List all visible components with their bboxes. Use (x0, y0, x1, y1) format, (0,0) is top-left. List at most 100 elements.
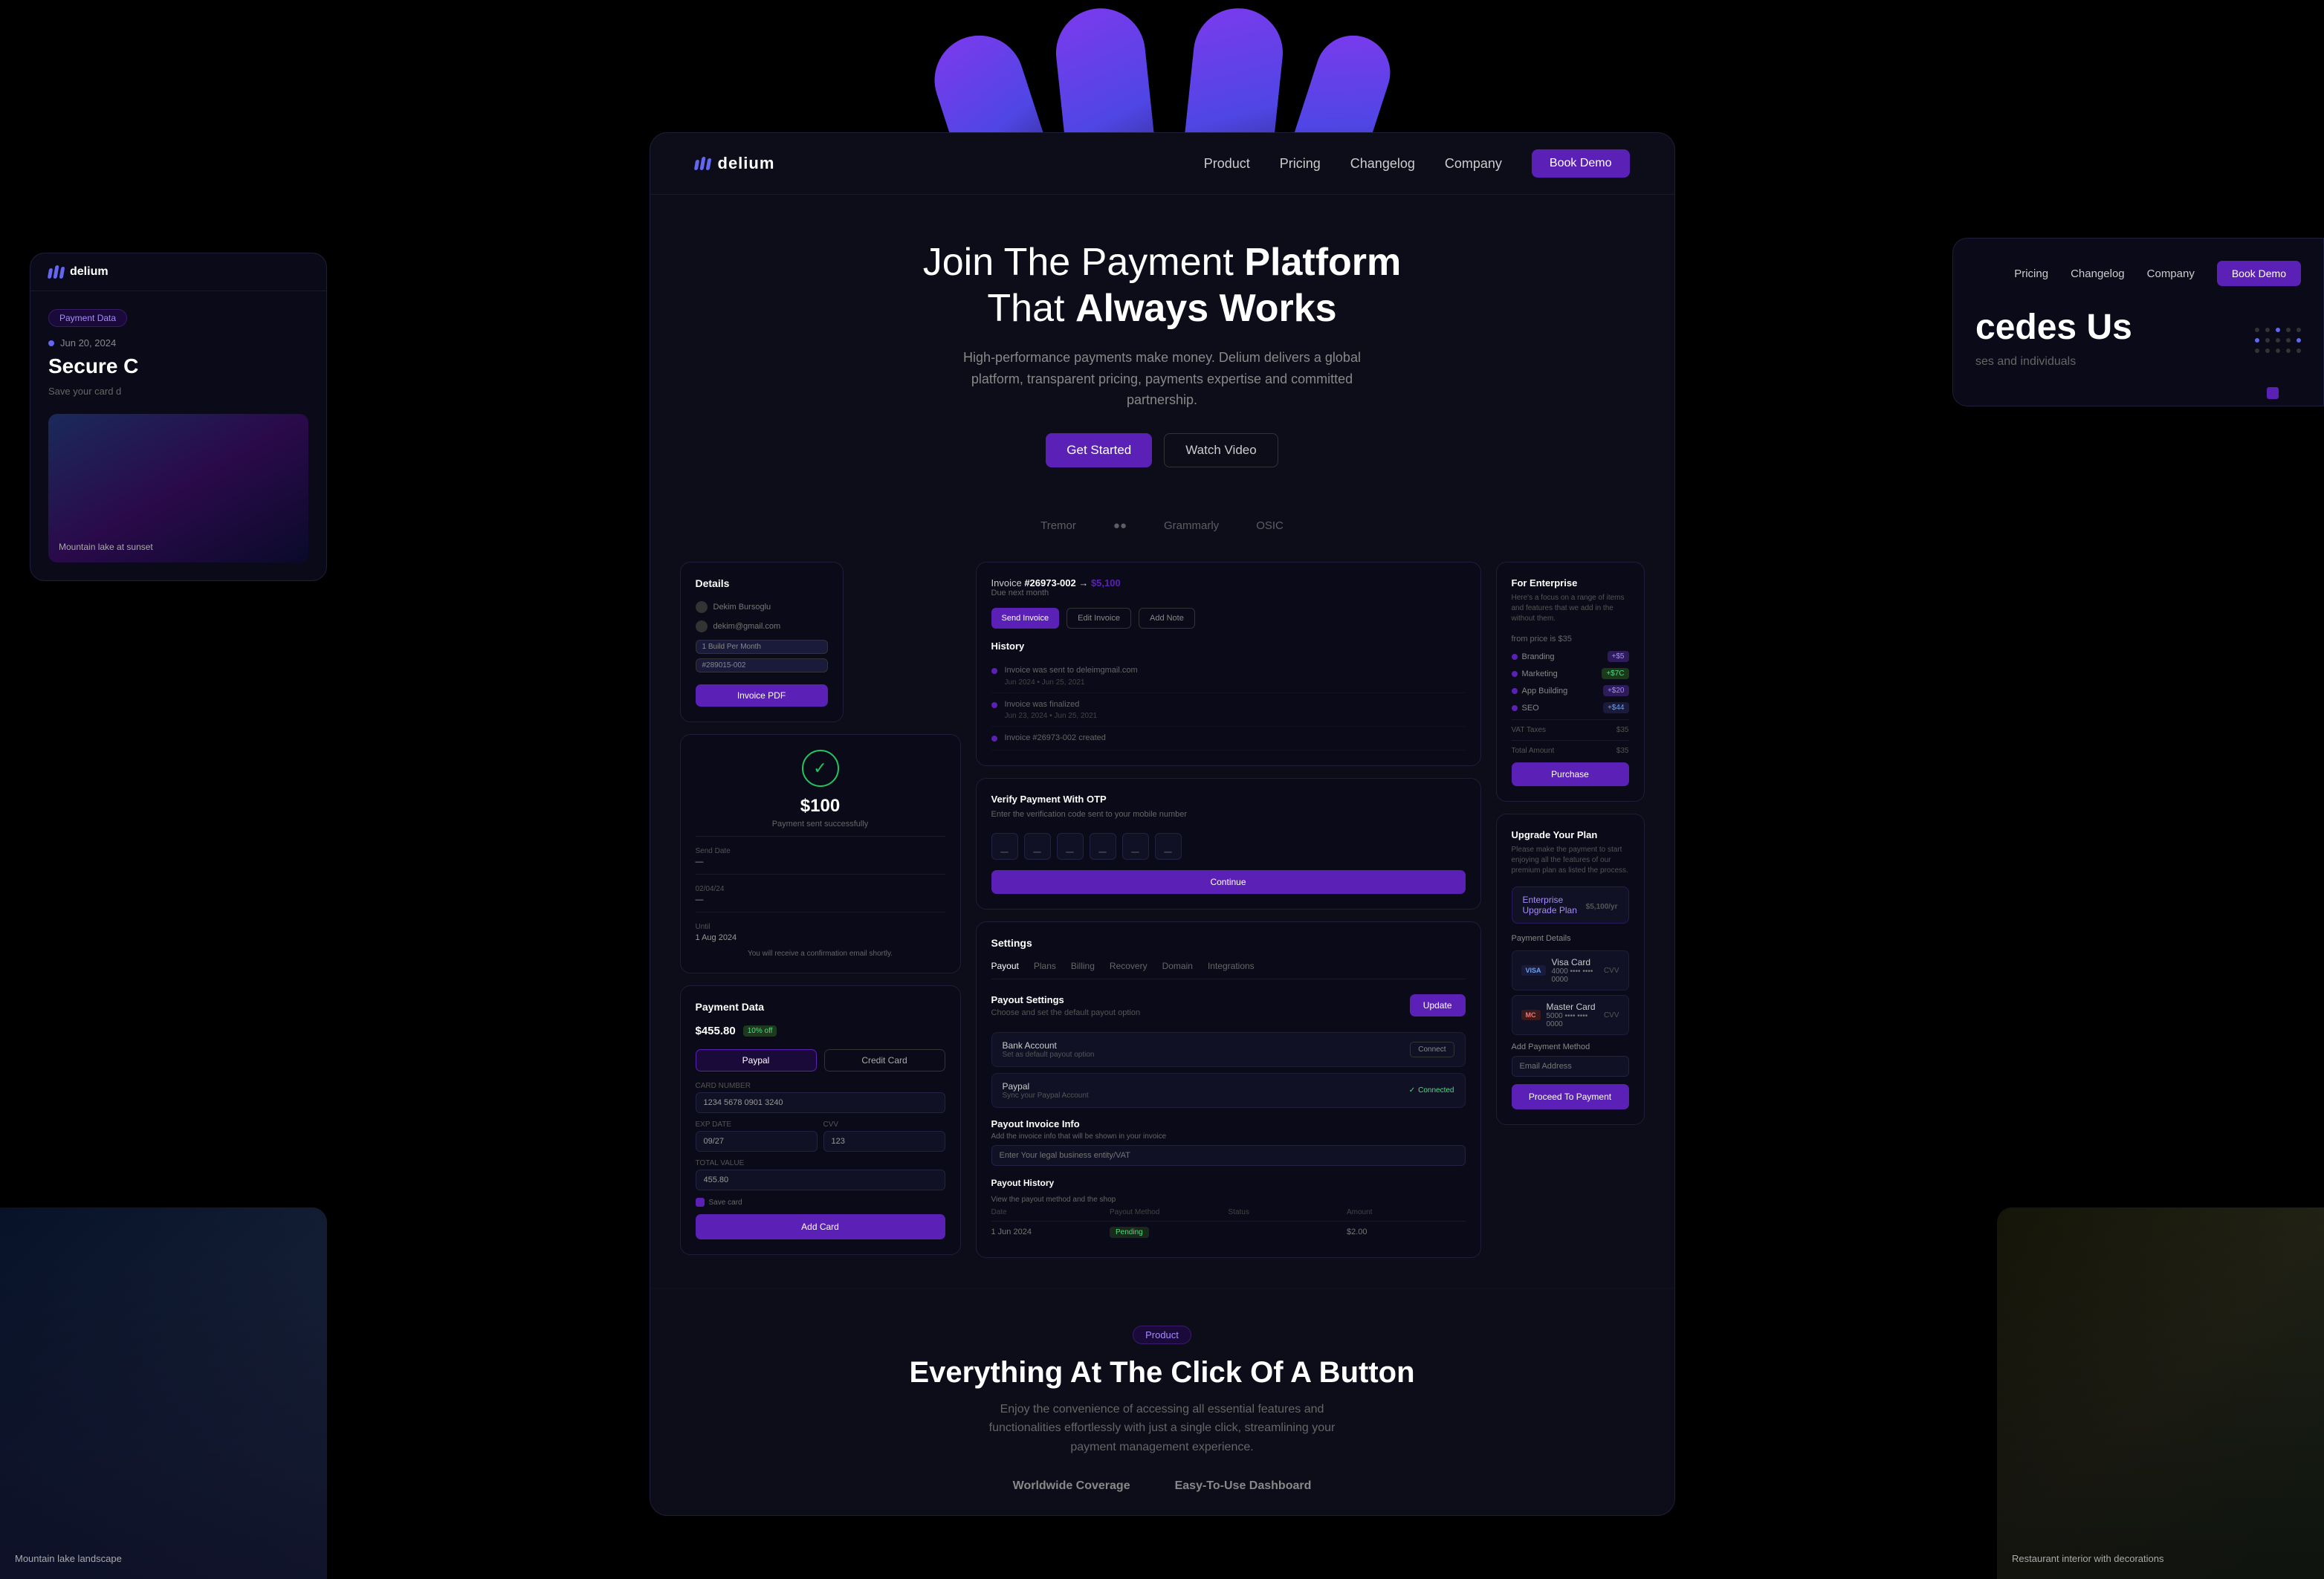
visa-card-info: VISA Visa Card 4000 •••• •••• 0000 (1521, 957, 1604, 984)
left-logo-text: delium (70, 265, 109, 279)
price-discount: 10% off (743, 1025, 777, 1037)
total-input[interactable] (696, 1170, 945, 1190)
until-field: Until 1 Aug 2024 (696, 923, 945, 942)
hero-buttons: Get Started Watch Video (680, 433, 1645, 467)
dot (2286, 338, 2291, 343)
bottom-left-image: Mountain lake landscape (0, 1207, 327, 1579)
add-payment-label: Add Payment Method (1512, 1043, 1629, 1051)
nav-logo-text: delium (718, 154, 775, 173)
price-row: $455.80 10% off (696, 1025, 945, 1037)
square-decoration (2267, 387, 2279, 399)
dot (2276, 328, 2280, 332)
purchase-button[interactable]: Purchase (1512, 762, 1629, 786)
payout-methods: Bank Account Set as default payout optio… (991, 1032, 1466, 1108)
navbar: delium Product Pricing Changelog Company… (650, 133, 1674, 195)
history-text-3: Invoice #26973-002 created (1005, 733, 1106, 744)
payout-settings-desc: Choose and set the default payout option (991, 1008, 1141, 1017)
total-value: $35 (1616, 747, 1629, 755)
email-address-input[interactable] (1512, 1056, 1629, 1077)
bank-account-method: Bank Account Set as default payout optio… (991, 1032, 1466, 1067)
vat-label: VAT Taxes (1512, 726, 1547, 734)
tab-payout[interactable]: Payout (991, 961, 1019, 971)
rsc-nav-changelog[interactable]: Changelog (2071, 268, 2125, 280)
update-button[interactable]: Update (1410, 994, 1466, 1017)
nav-changelog[interactable]: Changelog (1350, 156, 1415, 172)
otp-box-6[interactable]: _ (1155, 833, 1182, 860)
feature-branding-badge: +$5 (1608, 651, 1629, 662)
until-label: Until (696, 923, 945, 931)
nav-book-demo-button[interactable]: Book Demo (1532, 149, 1630, 178)
debit-field: 02/04/24 — (696, 885, 945, 904)
tab-plans[interactable]: Plans (1034, 961, 1056, 971)
ph-table-header: Date Payout Method Status Amount (991, 1208, 1466, 1222)
nav-pricing[interactable]: Pricing (1280, 156, 1321, 172)
payout-settings-info: Payout Settings Choose and set the defau… (991, 994, 1141, 1017)
otp-box-4[interactable]: _ (1090, 833, 1116, 860)
cvv-input[interactable] (823, 1131, 945, 1152)
rsc-book-demo-button[interactable]: Book Demo (2217, 261, 2301, 286)
tab-integrations[interactable]: Integrations (1208, 961, 1255, 971)
tab-billing[interactable]: Billing (1071, 961, 1095, 971)
bank-connect-button[interactable]: Connect (1410, 1042, 1454, 1057)
detail-email-row: dekim@gmail.com (696, 620, 828, 632)
otp-box-2[interactable]: _ (1024, 833, 1051, 860)
date-dot (48, 340, 54, 346)
detail-plan: 1 Build Per Month (696, 640, 828, 654)
rsc-nav-pricing[interactable]: Pricing (2014, 268, 2048, 280)
payment-data-title: Payment Data (696, 1001, 945, 1013)
paypal-method-button[interactable]: Paypal (696, 1049, 817, 1071)
feature-dot-2 (1512, 671, 1518, 677)
until-value: 1 Aug 2024 (696, 933, 945, 942)
invoice-info-input[interactable] (991, 1145, 1466, 1166)
ph-date-1: 1 Jun 2024 (991, 1228, 1110, 1236)
tab-recovery[interactable]: Recovery (1110, 961, 1148, 971)
email-icon (696, 620, 708, 632)
otp-box-1[interactable]: _ (991, 833, 1018, 860)
get-started-button[interactable]: Get Started (1046, 433, 1152, 467)
edit-invoice-button[interactable]: Edit Invoice (1066, 608, 1131, 629)
otp-box-3[interactable]: _ (1057, 833, 1084, 860)
feature-branding-name: Branding (1512, 652, 1555, 661)
bank-info: Bank Account Set as default payout optio… (1003, 1040, 1095, 1059)
bottom-right-image: Restaurant interior with decorations (1997, 1207, 2324, 1579)
dot (2265, 328, 2270, 332)
invoice-pdf-button[interactable]: Invoice PDF (696, 684, 828, 707)
continue-button[interactable]: Continue (991, 870, 1466, 894)
watch-video-button[interactable]: Watch Video (1164, 433, 1278, 467)
nav-product[interactable]: Product (1204, 156, 1250, 172)
detail-email: dekim@gmail.com (713, 622, 781, 631)
details-panel: Details Dekim Bursoglu dekim@gmail.com 1… (680, 562, 844, 722)
tab-domain[interactable]: Domain (1162, 961, 1193, 971)
add-note-button[interactable]: Add Note (1139, 608, 1195, 629)
nav-logo-icon (695, 157, 711, 170)
dot (2297, 348, 2301, 353)
feature-app-building-label: App Building (1522, 687, 1568, 696)
send-invoice-button[interactable]: Send Invoice (991, 608, 1060, 629)
card-number-input[interactable] (696, 1092, 945, 1113)
credit-card-method-button[interactable]: Credit Card (824, 1049, 945, 1071)
otp-box-5[interactable]: _ (1122, 833, 1149, 860)
payout-settings-label: Payout Settings (991, 994, 1141, 1005)
settings-card: Settings Payout Plans Billing Recovery D… (976, 921, 1481, 1258)
feature-branding-label: Branding (1522, 652, 1555, 661)
total-row: Total Amount $35 (1512, 740, 1629, 755)
proceed-to-payment-button[interactable]: Proceed To Payment (1512, 1084, 1629, 1109)
payment-data-panel: Payment Data $455.80 10% off Paypal Cred… (680, 985, 961, 1255)
left-side-card: delium Payment Data Jun 20, 2024 Secure … (30, 253, 327, 581)
add-card-button[interactable]: Add Card (696, 1214, 945, 1239)
nav-company[interactable]: Company (1445, 156, 1502, 172)
invoice-info-label: Payout Invoice Info (991, 1118, 1466, 1129)
exp-input[interactable] (696, 1131, 818, 1152)
bottom-description: Enjoy the convenience of accessing all e… (977, 1400, 1348, 1457)
bri-label: Restaurant interior with decorations (2012, 1553, 2164, 1564)
dot (2286, 328, 2291, 332)
main-card: delium Product Pricing Changelog Company… (650, 132, 1675, 1516)
ph-row-1: 1 Jun 2024 Pending $2.00 (991, 1222, 1466, 1242)
rsc-nav-company[interactable]: Company (2147, 268, 2195, 280)
payment-method-row: Paypal Credit Card (696, 1049, 945, 1071)
card-image-text: Mountain lake at sunset (59, 542, 153, 552)
ph-header-method: Payout Method (1110, 1208, 1229, 1216)
feature-seo-badge: +$44 (1603, 702, 1629, 713)
hero-title-part2: That (987, 287, 1064, 330)
upgrade-card: Upgrade Your Plan Please make the paymen… (1496, 814, 1645, 1125)
